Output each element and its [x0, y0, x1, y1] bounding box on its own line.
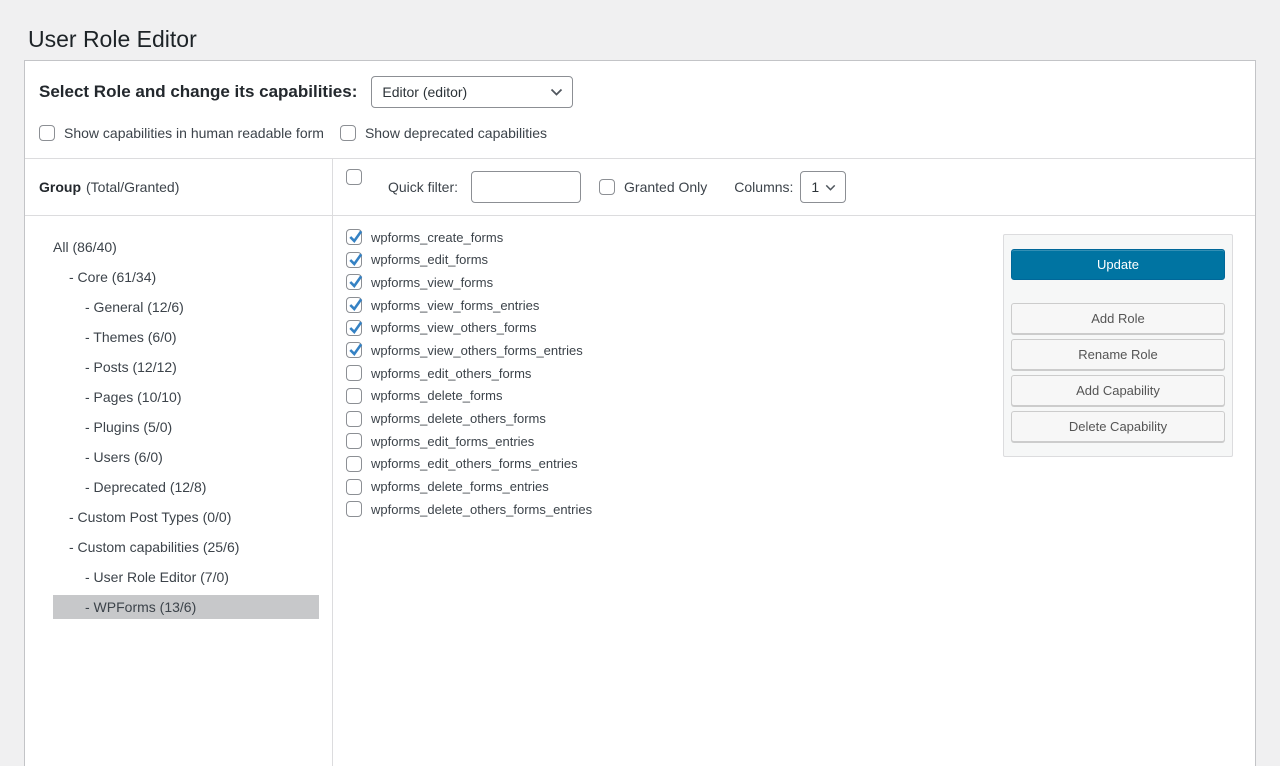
group-item[interactable]: - WPForms (13/6) — [53, 595, 319, 619]
check-icon — [346, 295, 365, 314]
group-item[interactable]: - User Role Editor (7/0) — [53, 565, 319, 589]
capability-checkbox[interactable] — [346, 320, 362, 336]
capability-checkbox[interactable] — [346, 274, 362, 290]
capabilities-column: wpforms_create_forms wpforms_edit_formswp… — [333, 216, 1255, 766]
capability-label: wpforms_view_forms_entries — [371, 298, 539, 313]
role-select-row: Select Role and change its capabilities:… — [25, 61, 1255, 108]
check-icon — [346, 227, 365, 246]
capability-label: wpforms_view_others_forms_entries — [371, 343, 583, 358]
group-column-header: Group (Total/Granted) — [25, 159, 333, 215]
capability-label: wpforms_edit_forms_entries — [371, 434, 534, 449]
check-icon — [346, 318, 365, 337]
granted-only-label: Granted Only — [624, 179, 707, 195]
capability-checkbox[interactable] — [346, 501, 362, 517]
capability-label: wpforms_view_forms — [371, 275, 493, 290]
capability-checkbox[interactable] — [346, 229, 362, 245]
chevron-down-icon — [825, 184, 836, 191]
check-icon — [346, 340, 365, 359]
human-readable-option: Show capabilities in human readable form — [39, 125, 324, 141]
capability-label: wpforms_delete_others_forms_entries — [371, 502, 592, 517]
capability-label: wpforms_edit_others_forms — [371, 366, 531, 381]
capability-checkbox[interactable] — [346, 252, 362, 268]
add-capability-button[interactable]: Add Capability — [1011, 375, 1225, 406]
capability-checkbox[interactable] — [346, 456, 362, 472]
capability-checkbox[interactable] — [346, 388, 362, 404]
group-item[interactable]: - Themes (6/0) — [53, 325, 319, 349]
capability-label: wpforms_edit_others_forms_entries — [371, 456, 578, 471]
capability-label: wpforms_delete_forms_entries — [371, 479, 549, 494]
deprecated-label: Show deprecated capabilities — [365, 125, 547, 141]
group-item[interactable]: - Deprecated (12/8) — [53, 475, 319, 499]
capability-checkbox[interactable] — [346, 479, 362, 495]
group-item[interactable]: - Plugins (5/0) — [53, 415, 319, 439]
capability-label: wpforms_create_forms — [371, 230, 503, 245]
filter-controls: Quick filter: Granted Only Columns: 1 — [333, 159, 1255, 215]
role-select-value: Editor (editor) — [382, 84, 467, 100]
actions-panel: Update Add Role Rename Role Add Capability… — [1003, 234, 1233, 457]
check-icon — [346, 272, 365, 291]
secondary-buttons-group: Add Role Rename Role Add Capability Delete … — [1011, 303, 1225, 442]
capability-checkbox[interactable] — [346, 365, 362, 381]
capability-row: wpforms_delete_forms_entries — [346, 479, 1255, 495]
columns-label: Columns: — [734, 179, 793, 195]
columns-select-value: 1 — [811, 179, 819, 195]
role-select[interactable]: Editor (editor) — [371, 76, 573, 108]
deprecated-checkbox[interactable] — [340, 125, 356, 141]
select-role-label: Select Role and change its capabilities: — [39, 82, 357, 102]
capability-label: wpforms_view_others_forms — [371, 320, 536, 335]
capability-row: wpforms_delete_others_forms_entries — [346, 501, 1255, 517]
group-item[interactable]: - Core (61/34) — [53, 265, 319, 289]
quick-filter-input[interactable] — [471, 171, 581, 203]
group-item[interactable]: - General (12/6) — [53, 295, 319, 319]
capability-checkbox[interactable] — [346, 297, 362, 313]
capability-label: wpforms_delete_forms — [371, 388, 503, 403]
capability-row: wpforms_edit_others_forms_entries — [346, 456, 1255, 472]
group-item[interactable]: - Users (6/0) — [53, 445, 319, 469]
group-tree: All (86/40) - Core (61/34) - General (12/6… — [25, 216, 333, 766]
rename-role-button[interactable]: Rename Role — [1011, 339, 1225, 370]
update-button[interactable]: Update — [1011, 249, 1225, 280]
group-item[interactable]: - Custom capabilities (25/6) — [53, 535, 319, 559]
capability-checkbox[interactable] — [346, 433, 362, 449]
quick-filter-label: Quick filter: — [388, 179, 458, 195]
human-readable-checkbox[interactable] — [39, 125, 55, 141]
deprecated-option: Show deprecated capabilities — [340, 125, 547, 141]
group-item[interactable]: - Custom Post Types (0/0) — [53, 505, 319, 529]
editor-body: All (86/40) - Core (61/34) - General (12/6… — [25, 215, 1255, 766]
add-role-button[interactable]: Add Role — [1011, 303, 1225, 334]
capability-label: wpforms_delete_others_forms — [371, 411, 546, 426]
group-header-suffix: (Total/Granted) — [86, 179, 179, 195]
page-title: User Role Editor — [0, 0, 1280, 54]
capability-label: wpforms_edit_forms — [371, 252, 488, 267]
group-item[interactable]: - Pages (10/10) — [53, 385, 319, 409]
group-item[interactable]: All (86/40) — [53, 235, 319, 259]
check-icon — [346, 250, 365, 269]
chevron-down-icon — [550, 88, 563, 96]
user-role-editor-panel: Select Role and change its capabilities:… — [24, 60, 1256, 766]
columns-select[interactable]: 1 — [800, 171, 846, 203]
group-item[interactable]: - Posts (12/12) — [53, 355, 319, 379]
select-all-checkbox[interactable] — [346, 169, 362, 185]
filter-toolbar: Group (Total/Granted) Quick filter: Gran… — [25, 159, 1255, 215]
group-header-label: Group — [39, 179, 81, 195]
delete-capability-button[interactable]: Delete Capability — [1011, 411, 1225, 442]
human-readable-label: Show capabilities in human readable form — [64, 125, 324, 141]
capability-checkbox[interactable] — [346, 411, 362, 427]
granted-only-checkbox[interactable] — [599, 179, 615, 195]
display-options-row: Show capabilities in human readable form… — [25, 108, 1255, 141]
capability-checkbox[interactable] — [346, 342, 362, 358]
